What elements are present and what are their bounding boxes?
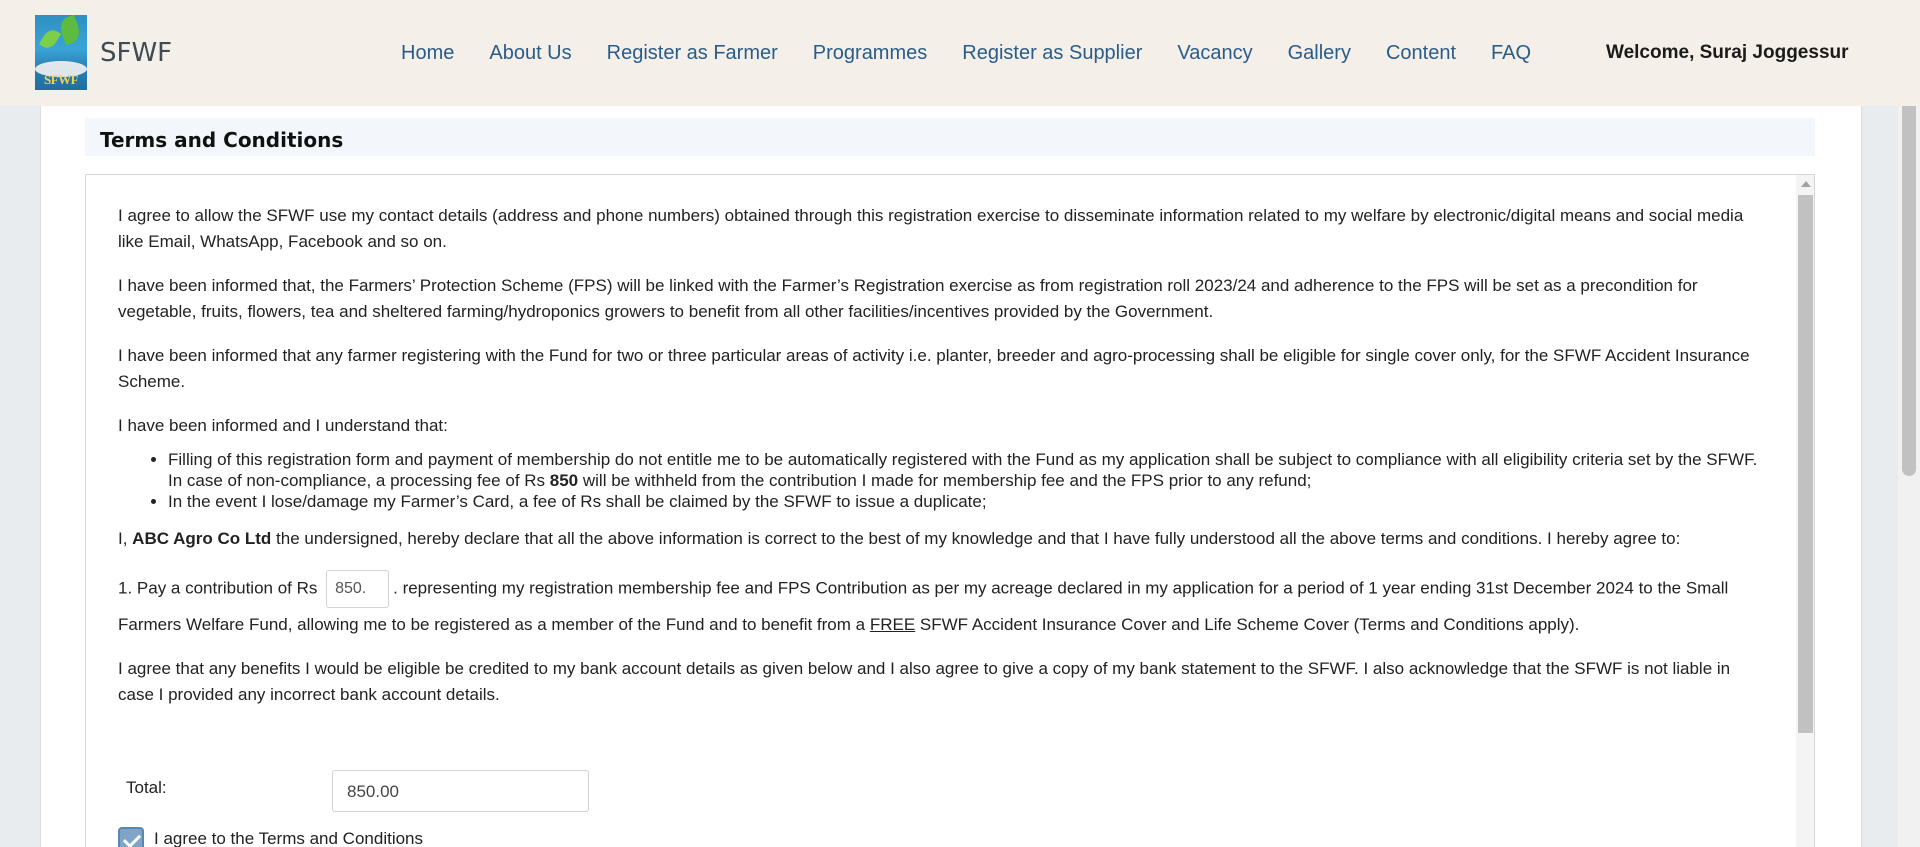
nav-gallery[interactable]: Gallery (1288, 42, 1351, 65)
nav-content[interactable]: Content (1386, 42, 1456, 65)
list-item: Filling of this registration form and pa… (168, 449, 1758, 491)
terms-scrollbar[interactable] (1796, 175, 1814, 847)
declaration-text: the undersigned, hereby declare that all… (271, 529, 1681, 548)
terms-bullet-list: Filling of this registration form and pa… (168, 449, 1758, 512)
terms-card: Terms and Conditions I agree to allow th… (40, 106, 1862, 847)
logo-leaf-icon (57, 15, 83, 46)
bullet-text: will be withheld from the contribution I… (578, 471, 1312, 490)
nav-vacancy[interactable]: Vacancy (1177, 42, 1252, 65)
contribution-text: 1. Pay a contribution of Rs (118, 578, 318, 598)
logo-text: SFWF (43, 72, 79, 87)
terms-scroll-box[interactable]: I agree to allow the SFWF use my contact… (85, 174, 1815, 847)
nav-home[interactable]: Home (401, 42, 454, 65)
logo-leaf-small-icon (38, 26, 62, 52)
terms-paragraph-contact: I agree to allow the SFWF use my contact… (118, 206, 1744, 251)
terms-paragraph-understand: I have been informed and I understand th… (118, 416, 448, 435)
sfwf-logo[interactable]: SFWF (35, 15, 87, 90)
welcome-user[interactable]: Welcome, Suraj Joggessur (1606, 42, 1849, 64)
free-text: FREE (869, 615, 916, 634)
page-scrollbar-thumb[interactable] (1902, 98, 1916, 476)
contribution-amount-field[interactable]: 850. (326, 570, 390, 608)
nav-register-as-farmer[interactable]: Register as Farmer (607, 42, 778, 65)
terms-paragraph-bank: I agree that any benefits I would be eli… (118, 659, 1731, 704)
terms-scrollbar-thumb[interactable] (1798, 195, 1813, 733)
contribution-paragraph: 1. Pay a contribution of Rs 850.. repres… (118, 570, 1758, 642)
main-nav: Home About Us Register as Farmer Program… (401, 42, 1566, 65)
scroll-up-arrow-icon[interactable] (1801, 181, 1811, 187)
nav-faq[interactable]: FAQ (1491, 42, 1531, 65)
processing-fee: 850 (549, 471, 579, 490)
terms-content: I agree to allow the SFWF use my contact… (118, 203, 1758, 726)
total-row: Total: 850.00 (126, 770, 726, 814)
applicant-name: ABC Agro Co Ltd (132, 529, 272, 548)
terms-paragraph-fps: I have been informed that, the Farmers’ … (118, 276, 1698, 321)
declaration-paragraph: I, ABC Agro Co Ltd the undersigned, here… (118, 526, 1758, 552)
site-header: SFWF SFWF Home About Us Register as Farm… (0, 0, 1920, 106)
contribution-text: SFWF Accident Insurance Cover and Life S… (915, 615, 1580, 634)
page-scrollbar[interactable] (1898, 96, 1920, 847)
nav-programmes[interactable]: Programmes (813, 42, 927, 65)
declaration-text: I, (118, 529, 133, 548)
agree-label[interactable]: I agree to the Terms and Conditions (154, 829, 423, 847)
terms-card-header: Terms and Conditions (85, 118, 1815, 156)
section-title: Terms and Conditions (100, 128, 344, 152)
terms-paragraph-insurance: I have been informed that any farmer reg… (118, 346, 1750, 391)
brand-name[interactable]: SFWF (100, 38, 172, 68)
nav-register-as-supplier[interactable]: Register as Supplier (962, 42, 1142, 65)
agree-checkbox[interactable] (118, 827, 144, 847)
list-item: In the event I lose/damage my Farmer’s C… (168, 491, 1758, 512)
total-field[interactable]: 850.00 (332, 770, 589, 812)
nav-about-us[interactable]: About Us (489, 42, 571, 65)
total-label: Total: (126, 778, 167, 797)
